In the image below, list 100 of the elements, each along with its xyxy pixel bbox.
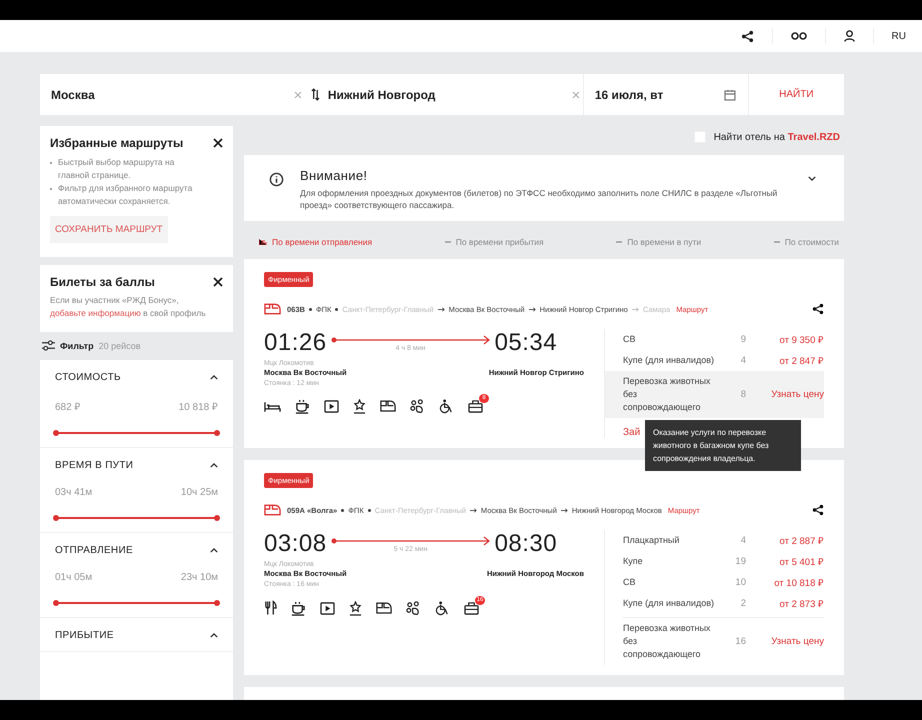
class-row[interactable]: Плацкартный 4 от 2 887 ₽ (605, 530, 824, 551)
suitcase-icon (468, 400, 483, 413)
arrival-time: 08:30 (494, 530, 558, 558)
arrival-time: 05:34 (494, 329, 558, 357)
dash-icon (774, 241, 780, 243)
cup-icon (291, 600, 306, 616)
min-value: 03ч 41м (55, 487, 92, 498)
sort-icon (259, 239, 267, 245)
seat-count: 2 (740, 598, 746, 609)
bullet-text: Быстрый выбор маршрута на главной странице. (58, 156, 176, 182)
separator-dot (368, 508, 371, 512)
from-field[interactable]: Москва (40, 74, 292, 115)
tooltip: Оказание услуги по перевозке животного в багажном купе без сопровождения владельца. (645, 420, 801, 471)
chevron-icon[interactable] (210, 463, 218, 468)
dash-icon (444, 241, 451, 243)
filter-icon[interactable] (42, 340, 55, 351)
seat-count: 19 (734, 556, 746, 567)
range-slider[interactable] (55, 514, 218, 522)
paw-icon (406, 600, 421, 616)
class-row[interactable]: Перевозка животных без сопровождающего 8 Узнать цену (605, 371, 824, 418)
award-icon (349, 600, 362, 616)
more-link[interactable]: Зай (623, 427, 640, 438)
separator-dot (335, 308, 338, 310)
separator-dot (341, 508, 344, 512)
price: от 2 847 ₽ (778, 355, 824, 367)
arrow-icon (632, 306, 639, 312)
class-name: Перевозка животных без сопровождающего (623, 622, 712, 661)
range-slider[interactable] (55, 599, 218, 607)
language-label[interactable]: RU (892, 30, 906, 42)
video-icon (320, 602, 335, 614)
max-value: 10ч 25м (180, 487, 218, 498)
class-row[interactable]: Купе (для инвалидов) 2 от 2 873 ₽ (605, 593, 824, 614)
sort-option[interactable]: По времени отправления (259, 231, 372, 253)
price: от 2 873 ₽ (778, 598, 824, 610)
price: от 9 350 ₽ (778, 334, 824, 346)
class-row[interactable]: Купе 19 от 5 401 ₽ (605, 551, 824, 572)
class-row[interactable]: Купе (для инвалидов) 4 от 2 847 ₽ (605, 350, 824, 371)
to-field[interactable]: Нижний Новгород (322, 74, 569, 115)
video-icon (324, 400, 339, 413)
card-title: Билеты за баллы (50, 275, 155, 289)
wheelchair-icon (439, 399, 454, 414)
chevron-icon[interactable] (210, 375, 218, 380)
class-name: Купе (для инвалидов) (623, 597, 715, 610)
swap-icon[interactable] (310, 88, 320, 101)
chevron-icon[interactable] (210, 548, 218, 553)
award-icon (353, 399, 366, 414)
departure-time: 03:08 (264, 530, 327, 558)
arrow-icon (470, 508, 477, 512)
price: от 5 401 ₽ (778, 556, 824, 568)
paw-icon (410, 399, 425, 414)
suitcase-icon (464, 602, 479, 614)
share-icon[interactable] (740, 30, 754, 42)
price-link[interactable]: Узнать цену (760, 389, 824, 400)
result-count: 20 рейсов (98, 340, 141, 350)
price-link[interactable]: Узнать цену (760, 636, 824, 647)
class-name: СВ (623, 333, 637, 346)
close-icon[interactable] (213, 277, 223, 287)
calendar-icon[interactable] (724, 88, 736, 100)
arrow-icon (438, 306, 445, 312)
share-icon[interactable] (812, 504, 824, 516)
close-icon[interactable] (213, 138, 223, 148)
share-icon[interactable] (812, 303, 824, 315)
chevron-icon[interactable] (210, 633, 218, 638)
min-value: 01ч 05м (55, 572, 92, 583)
cup-icon (295, 399, 310, 414)
filter-title: ПРИБЫТИЕ (55, 630, 114, 641)
notice-text: Для оформления проездных документов (билетов) по ЭТФСС необходимо заполнить поле СНИЛС в разделе «Льготный проезд» соответствующего пассажира. (300, 187, 778, 211)
train-icon (264, 504, 281, 516)
class-row[interactable]: СВ 10 от 10 818 ₽ (605, 572, 824, 593)
filter-label[interactable]: Фильтр (60, 340, 94, 350)
bed-icon (264, 400, 281, 412)
notice-title: Внимание! (300, 168, 368, 183)
class-name: СВ (623, 576, 637, 589)
seat-count: 9 (740, 334, 746, 345)
date-field[interactable]: 16 июля, вт (582, 74, 724, 115)
train-icon (264, 303, 281, 315)
profile-link[interactable]: добавьте информацию (50, 308, 141, 318)
seat-count: 10 (734, 577, 746, 588)
class-row[interactable]: Перевозка животных без сопровождающего 16 Узнать цену (623, 617, 824, 665)
arrow-icon (528, 306, 536, 312)
price: от 2 887 ₽ (778, 535, 824, 547)
class-row[interactable]: СВ 9 от 9 350 ₽ (605, 329, 824, 350)
train-icon (376, 602, 392, 614)
glasses-icon[interactable] (790, 32, 807, 40)
filter-title: ВРЕМЯ В ПУТИ (55, 460, 134, 471)
filter-title: СТОИМОСТЬ (55, 372, 121, 383)
train-icon (380, 400, 396, 413)
separator-dot (308, 308, 312, 310)
user-icon[interactable] (844, 30, 855, 42)
range-slider[interactable] (55, 429, 218, 437)
max-value: 23ч 10м (180, 572, 218, 583)
filter-title: ОТПРАВЛЕНИЕ (55, 545, 133, 556)
dash-icon (616, 241, 622, 243)
class-name: Перевозка животных без сопровождающего (623, 375, 712, 414)
class-name: Купе (623, 555, 644, 568)
arrow-icon (560, 508, 568, 512)
wheelchair-icon (435, 600, 450, 616)
travel-link[interactable]: Travel.RZD (788, 132, 840, 142)
chevron-icon[interactable] (808, 176, 816, 181)
departure-time: 01:26 (264, 329, 327, 357)
